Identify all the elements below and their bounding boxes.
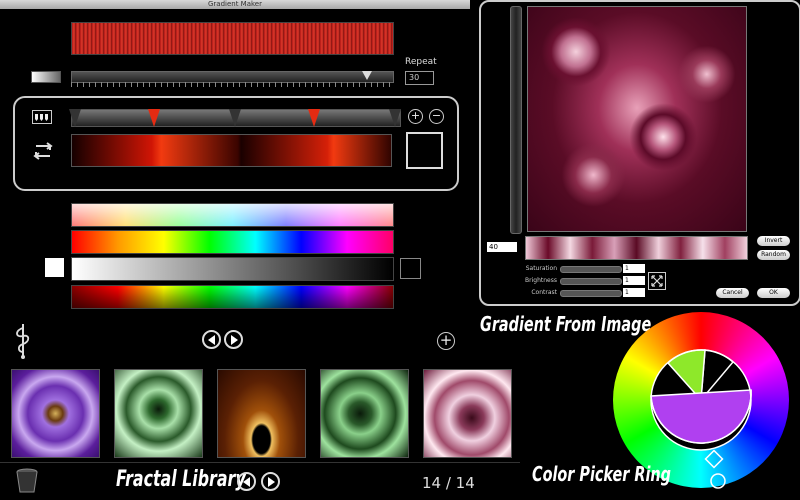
brightness-value[interactable]: 1 <box>623 276 645 285</box>
footer-divider <box>0 462 520 463</box>
expand-arrows-icon[interactable] <box>648 272 666 290</box>
saturation-slider[interactable] <box>560 266 622 273</box>
library-nav-top <box>202 330 243 350</box>
mini-gradient-icon <box>31 71 61 83</box>
cycle-icon[interactable] <box>32 140 54 166</box>
fractal-thumbnail[interactable] <box>11 369 100 458</box>
stop-color-well[interactable] <box>406 132 443 169</box>
ok-button[interactable]: OK <box>757 288 790 298</box>
color-stop[interactable] <box>148 109 160 127</box>
preset-gradient[interactable] <box>71 230 394 254</box>
previous-arrow-icon[interactable] <box>237 472 256 491</box>
page-counter: 14 / 14 <box>422 474 475 492</box>
pen-tool-icon[interactable] <box>12 322 34 364</box>
contrast-slider[interactable] <box>560 290 622 297</box>
color-picker-ring-label: Color Picker Ring <box>532 462 671 486</box>
next-arrow-icon[interactable] <box>224 330 243 349</box>
color-stop[interactable] <box>229 109 241 127</box>
source-fractal-image[interactable] <box>527 6 747 232</box>
repeat-label: Repeat <box>405 57 437 67</box>
color-stop[interactable] <box>69 109 81 127</box>
previous-arrow-icon[interactable] <box>202 330 221 349</box>
contrast-value[interactable]: 1 <box>623 288 645 297</box>
repeat-preview-strip <box>71 22 394 55</box>
vertical-sample-slider[interactable] <box>510 6 522 234</box>
cancel-button[interactable]: Cancel <box>716 288 749 298</box>
image-derived-gradient <box>525 236 748 260</box>
black-swatch[interactable] <box>400 258 421 279</box>
add-fractal-button[interactable]: + <box>437 332 455 350</box>
repeat-slider-thumb[interactable] <box>362 71 372 80</box>
remove-stop-button[interactable]: − <box>429 109 444 124</box>
brightness-slider[interactable] <box>560 278 622 285</box>
window-title: Gradient Maker <box>0 0 470 9</box>
fractal-thumbnail[interactable] <box>217 369 306 458</box>
saturation-label: Saturation <box>525 265 557 272</box>
white-swatch[interactable] <box>45 258 64 277</box>
color-stop[interactable] <box>308 109 320 127</box>
saturation-value[interactable]: 1 <box>623 264 645 273</box>
slider-ticks <box>71 82 392 87</box>
preset-gradient[interactable] <box>71 257 394 281</box>
fractal-thumbnail[interactable] <box>114 369 203 458</box>
next-arrow-icon[interactable] <box>261 472 280 491</box>
main-gradient-preview <box>71 134 392 167</box>
add-stop-button[interactable]: + <box>408 109 423 124</box>
sample-size-field[interactable]: 40 <box>487 242 517 252</box>
invert-button[interactable]: Invert <box>757 236 790 246</box>
repeat-input[interactable]: 30 <box>405 71 434 85</box>
fractal-thumbnail[interactable] <box>320 369 409 458</box>
preset-gradient[interactable] <box>71 285 394 309</box>
preset-gradient[interactable] <box>71 203 394 227</box>
fractal-thumbnail[interactable] <box>423 369 512 458</box>
color-stop[interactable] <box>389 109 401 127</box>
random-button[interactable]: Random <box>757 250 790 260</box>
trash-icon[interactable] <box>16 468 38 498</box>
contrast-label: Contrast <box>531 289 557 296</box>
stops-icon[interactable] <box>32 109 52 128</box>
fractal-library-label: Fractal Library <box>116 467 246 492</box>
brightness-label: Brightness <box>525 277 557 284</box>
library-nav-bottom <box>237 472 280 492</box>
